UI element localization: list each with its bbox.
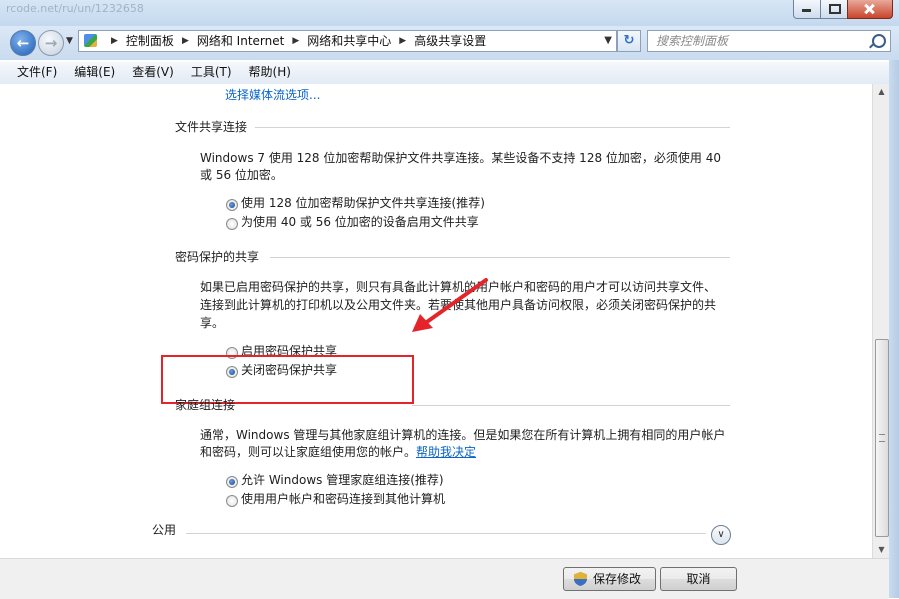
public-section-title[interactable]: 公用 bbox=[152, 522, 176, 539]
back-button[interactable]: ← bbox=[10, 30, 36, 56]
radio-128bit-encryption[interactable] bbox=[226, 199, 238, 211]
section-divider bbox=[255, 127, 730, 128]
search-icon[interactable] bbox=[872, 34, 886, 48]
breadcrumb-item-network-internet[interactable]: 网络和 Internet bbox=[197, 31, 284, 51]
password-sharing-desc-line3: 享。 bbox=[200, 316, 225, 330]
back-arrow-icon: ← bbox=[16, 34, 30, 52]
file-sharing-title: 文件共享连接 bbox=[175, 120, 248, 134]
password-sharing-title: 密码保护的共享 bbox=[175, 250, 260, 264]
refresh-icon: ↻ bbox=[623, 33, 635, 48]
homegroup-desc-line2: 和密码，则可以让家庭组使用您的帐户。帮助我决定 bbox=[200, 444, 476, 461]
media-streaming-link[interactable]: 选择媒体流选项... bbox=[225, 87, 320, 104]
window-frame-edge bbox=[889, 60, 899, 598]
breadcrumb: ▶ 控制面板 ▶ 网络和 Internet ▶ 网络和共享中心 ▶ 高级共享设置 bbox=[103, 31, 486, 51]
menu-bar: 文件(F) 编辑(E) 查看(V) 工具(T) 帮助(H) bbox=[0, 62, 899, 85]
help-me-decide-link[interactable]: 帮助我决定 bbox=[416, 445, 476, 459]
scrollbar-thumb[interactable] bbox=[875, 339, 889, 537]
search-placeholder: 搜索控制面板 bbox=[656, 34, 729, 48]
window-controls bbox=[793, 0, 893, 19]
radio-use-account-label[interactable]: 使用用户帐户和密码连接到其他计算机 bbox=[241, 491, 445, 508]
expand-section-button[interactable]: ∨ bbox=[711, 525, 731, 545]
radio-windows-manage-homegroup[interactable] bbox=[226, 476, 238, 488]
annotation-arrow-icon bbox=[412, 278, 488, 332]
section-divider bbox=[412, 405, 730, 406]
radio-128bit-label[interactable]: 使用 128 位加密帮助保护文件共享连接(推荐) bbox=[241, 195, 485, 212]
chevron-down-icon: ∨ bbox=[717, 529, 725, 540]
recent-pages-dropdown-icon[interactable]: ▼ bbox=[66, 36, 73, 46]
forward-button[interactable]: → bbox=[38, 30, 64, 56]
scroll-up-arrow-icon[interactable]: ▲ bbox=[873, 84, 890, 100]
bottom-button-bar: 保存修改 取消 bbox=[0, 558, 889, 599]
window-title-bar: rcode.net/ru/un/1232658 bbox=[0, 0, 899, 26]
save-changes-button[interactable]: 保存修改 bbox=[563, 567, 656, 591]
forward-arrow-icon: → bbox=[44, 34, 58, 52]
menu-file[interactable]: 文件(F) bbox=[9, 62, 65, 84]
cancel-button[interactable]: 取消 bbox=[660, 567, 737, 591]
refresh-button[interactable]: ↻ bbox=[617, 30, 641, 52]
address-dropdown-icon[interactable]: ▼ bbox=[604, 35, 612, 46]
title-ghost-text: rcode.net/ru/un/1232658 bbox=[6, 2, 144, 15]
minimize-button[interactable] bbox=[793, 0, 821, 19]
maximize-button[interactable] bbox=[820, 0, 848, 19]
menu-edit[interactable]: 编辑(E) bbox=[66, 62, 123, 84]
menu-view[interactable]: 查看(V) bbox=[124, 62, 182, 84]
address-bar[interactable]: ▶ 控制面板 ▶ 网络和 Internet ▶ 网络和共享中心 ▶ 高级共享设置… bbox=[78, 30, 617, 52]
breadcrumb-separator-icon[interactable]: ▶ bbox=[292, 31, 299, 51]
breadcrumb-separator-icon: ▶ bbox=[111, 36, 118, 46]
radio-use-account-password[interactable] bbox=[226, 495, 238, 507]
radio-40-56bit-label[interactable]: 为使用 40 或 56 位加密的设备启用文件共享 bbox=[241, 214, 479, 231]
vertical-scrollbar[interactable]: ▲ ▼ bbox=[872, 84, 890, 558]
section-divider bbox=[270, 257, 730, 258]
advanced-sharing-settings-panel: 选择媒体流选项... 文件共享连接 Windows 7 使用 128 位加密帮助… bbox=[0, 84, 872, 558]
radio-windows-manage-label[interactable]: 允许 Windows 管理家庭组连接(推荐) bbox=[241, 472, 444, 489]
breadcrumb-item-network-sharing-center[interactable]: 网络和共享中心 bbox=[307, 31, 391, 51]
breadcrumb-item-control-panel[interactable]: 控制面板 bbox=[126, 31, 174, 51]
menu-tools[interactable]: 工具(T) bbox=[183, 62, 240, 84]
radio-40-56bit-encryption[interactable] bbox=[226, 218, 238, 230]
close-button[interactable] bbox=[847, 0, 893, 19]
control-panel-icon bbox=[84, 34, 97, 47]
search-input[interactable]: 搜索控制面板 bbox=[647, 30, 891, 52]
homegroup-desc-line1: 通常，Windows 管理与其他家庭组计算机的连接。但是如果您在所有计算机上拥有… bbox=[200, 428, 726, 442]
section-divider bbox=[186, 533, 706, 534]
file-sharing-desc-line1: Windows 7 使用 128 位加密帮助保护文件共享连接。某些设备不支持 1… bbox=[200, 151, 721, 165]
menu-help[interactable]: 帮助(H) bbox=[241, 62, 299, 84]
scroll-down-arrow-icon[interactable]: ▼ bbox=[873, 542, 890, 558]
homegroup-desc-line2-text: 和密码，则可以让家庭组使用您的帐户。 bbox=[200, 445, 417, 459]
breadcrumb-item-advanced-sharing[interactable]: 高级共享设置 bbox=[414, 31, 486, 51]
uac-shield-icon bbox=[574, 572, 587, 586]
save-button-label: 保存修改 bbox=[593, 572, 642, 586]
breadcrumb-separator-icon[interactable]: ▶ bbox=[399, 31, 406, 51]
homegroup-title: 家庭组连接 bbox=[175, 398, 236, 412]
file-sharing-desc-line2: 或 56 位加密。 bbox=[200, 168, 283, 182]
breadcrumb-separator-icon[interactable]: ▶ bbox=[182, 31, 189, 51]
